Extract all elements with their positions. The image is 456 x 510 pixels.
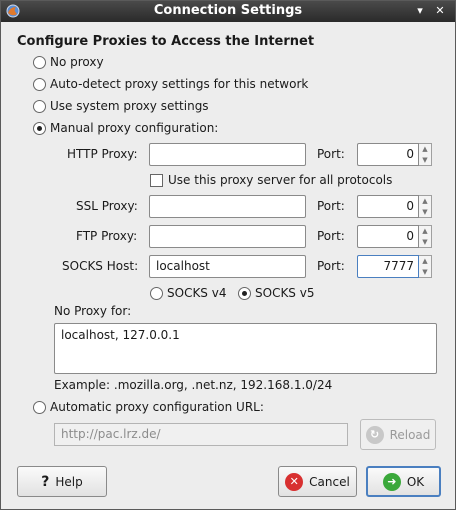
- radio-no-proxy[interactable]: No proxy: [33, 53, 104, 71]
- radio-label: Auto-detect proxy settings for this netw…: [50, 77, 309, 91]
- radio-indicator[interactable]: [150, 286, 163, 300]
- section-title: Configure Proxies to Access the Internet: [17, 34, 315, 49]
- radio-label: Automatic proxy configuration URL:: [50, 400, 264, 414]
- radio-auto-detect[interactable]: Auto-detect proxy settings for this netw…: [33, 75, 308, 93]
- spin-up-icon[interactable]: ▲: [419, 256, 431, 267]
- pac-url-input[interactable]: http://pac.lrz.de/: [54, 423, 348, 446]
- ssl-port-value[interactable]: 0: [357, 195, 419, 218]
- spin-up-icon[interactable]: ▲: [419, 226, 431, 237]
- radio-indicator[interactable]: [33, 400, 46, 414]
- radio-label: SOCKS v5: [255, 286, 315, 300]
- radio-indicator[interactable]: [238, 286, 251, 300]
- minimize-icon[interactable]: ▾: [413, 4, 427, 18]
- http-proxy-label: HTTP Proxy:: [67, 147, 138, 161]
- socks-port-value[interactable]: 7777: [357, 255, 419, 278]
- ftp-port-spinner[interactable]: 0 ▲ ▼: [357, 225, 432, 248]
- ftp-port-value[interactable]: 0: [357, 225, 419, 248]
- cancel-button[interactable]: ✕ Cancel: [278, 466, 357, 497]
- no-proxy-textarea[interactable]: localhost, 127.0.0.1: [54, 323, 437, 374]
- no-proxy-label: No Proxy for:: [54, 304, 132, 318]
- checkbox-label: Use this proxy server for all protocols: [168, 173, 393, 187]
- http-port-spinner[interactable]: 0 ▲ ▼: [357, 143, 432, 166]
- ok-icon: ➜: [382, 472, 401, 491]
- socks-port-spinner[interactable]: 7777 ▲ ▼: [357, 255, 432, 278]
- radio-manual-proxy[interactable]: Manual proxy configuration:: [33, 119, 218, 137]
- spin-arrows: ▲ ▼: [419, 143, 432, 166]
- use-for-all-checkbox[interactable]: Use this proxy server for all protocols: [150, 171, 392, 189]
- help-button[interactable]: ? Help: [17, 466, 107, 497]
- radio-label: Manual proxy configuration:: [50, 121, 219, 135]
- cancel-button-label: Cancel: [309, 474, 350, 489]
- radio-label: No proxy: [50, 55, 104, 69]
- connection-settings-dialog: Connection Settings ▾ ✕ Configure Proxie…: [0, 0, 456, 510]
- ftp-proxy-input[interactable]: [149, 225, 306, 248]
- spin-up-icon[interactable]: ▲: [419, 196, 431, 207]
- ssl-proxy-label: SSL Proxy:: [76, 199, 138, 213]
- radio-indicator[interactable]: [33, 99, 46, 113]
- ok-button[interactable]: ➜ OK: [366, 466, 441, 497]
- socks-port-label: Port:: [317, 259, 345, 273]
- socks-host-input[interactable]: localhost: [149, 255, 306, 278]
- radio-socks-v4[interactable]: SOCKS v4: [150, 284, 226, 302]
- spin-down-icon[interactable]: ▼: [419, 207, 431, 218]
- reload-button-label: Reload: [389, 427, 431, 442]
- ftp-port-label: Port:: [317, 229, 345, 243]
- http-port-value[interactable]: 0: [357, 143, 419, 166]
- cancel-icon: ✕: [285, 472, 304, 491]
- ssl-port-label: Port:: [317, 199, 345, 213]
- radio-auto-config-url[interactable]: Automatic proxy configuration URL:: [33, 398, 264, 416]
- reload-icon: ↻: [365, 425, 384, 444]
- ftp-proxy-label: FTP Proxy:: [76, 229, 138, 243]
- spin-up-icon[interactable]: ▲: [419, 144, 431, 155]
- spin-arrows: ▲ ▼: [419, 195, 432, 218]
- help-icon: ?: [41, 473, 50, 490]
- spin-arrows: ▲ ▼: [419, 255, 432, 278]
- radio-indicator[interactable]: [33, 121, 46, 135]
- ok-button-label: OK: [406, 474, 425, 489]
- http-proxy-input[interactable]: [149, 143, 306, 166]
- spin-down-icon[interactable]: ▼: [419, 267, 431, 278]
- spin-down-icon[interactable]: ▼: [419, 237, 431, 248]
- ssl-proxy-input[interactable]: [149, 195, 306, 218]
- socks-host-label: SOCKS Host:: [62, 259, 139, 273]
- http-port-label: Port:: [317, 147, 345, 161]
- radio-label: Use system proxy settings: [50, 99, 209, 113]
- radio-indicator[interactable]: [33, 77, 46, 91]
- no-proxy-example: Example: .mozilla.org, .net.nz, 192.168.…: [54, 378, 333, 392]
- title-bar: Connection Settings ▾ ✕: [1, 1, 455, 22]
- checkbox-indicator[interactable]: [150, 173, 163, 187]
- radio-system-proxy[interactable]: Use system proxy settings: [33, 97, 209, 115]
- close-window-icon[interactable]: ✕: [433, 4, 447, 18]
- radio-label: SOCKS v4: [167, 286, 227, 300]
- reload-button[interactable]: ↻ Reload: [360, 419, 436, 450]
- ssl-port-spinner[interactable]: 0 ▲ ▼: [357, 195, 432, 218]
- radio-indicator[interactable]: [33, 55, 46, 69]
- window-title: Connection Settings: [153, 3, 303, 18]
- radio-socks-v5[interactable]: SOCKS v5: [238, 284, 314, 302]
- help-button-label: Help: [55, 474, 83, 489]
- spin-down-icon[interactable]: ▼: [419, 155, 431, 166]
- spin-arrows: ▲ ▼: [419, 225, 432, 248]
